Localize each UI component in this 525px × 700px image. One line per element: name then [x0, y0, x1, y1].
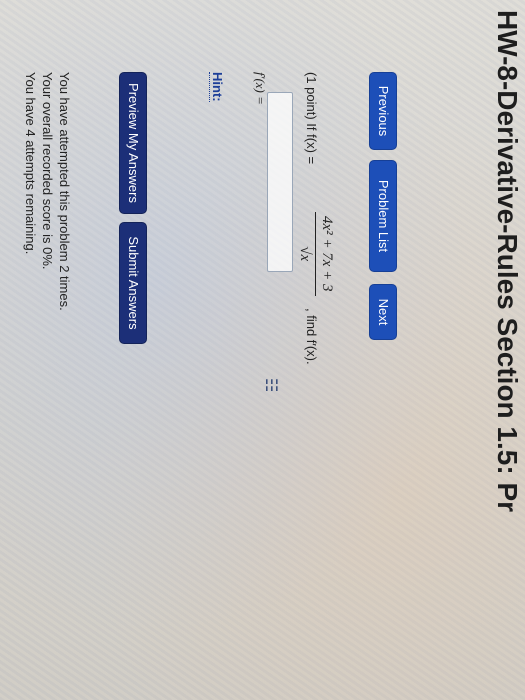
problem-list-button[interactable]: Problem List: [369, 160, 397, 272]
page-title: HW-8-Derivative-Rules Section 1.5: Pr: [492, 10, 523, 513]
submit-answers-button[interactable]: Submit Answers: [119, 222, 147, 344]
problem-points: (1 point) If f(x) =: [304, 72, 319, 165]
problem-find: , find f′(x).: [304, 308, 319, 365]
equation-editor-grid-icon[interactable]: ☷: [261, 378, 281, 392]
fraction-denominator: √x: [297, 246, 313, 262]
preview-answers-button[interactable]: Preview My Answers: [119, 72, 147, 214]
attempts-text: You have attempted this problem 2 times.: [57, 72, 72, 311]
score-text: Your overall recorded score is 0%.: [40, 72, 55, 270]
webwork-page: HW-8-Derivative-Rules Section 1.5: Pr Pr…: [0, 0, 525, 700]
function-fraction: 4x² + 7x + 3 √x: [296, 212, 335, 296]
previous-button[interactable]: Previous: [369, 72, 397, 150]
fraction-numerator: 4x² + 7x + 3: [315, 212, 335, 296]
hint-link[interactable]: Hint:: [209, 72, 225, 102]
remaining-text: You have 4 attempts remaining.: [23, 72, 38, 255]
answer-input[interactable]: [267, 92, 293, 272]
next-button[interactable]: Next: [369, 284, 397, 340]
attempt-status: You have attempted this problem 2 times.…: [22, 72, 73, 311]
answer-label: f′(x) =: [253, 72, 268, 105]
